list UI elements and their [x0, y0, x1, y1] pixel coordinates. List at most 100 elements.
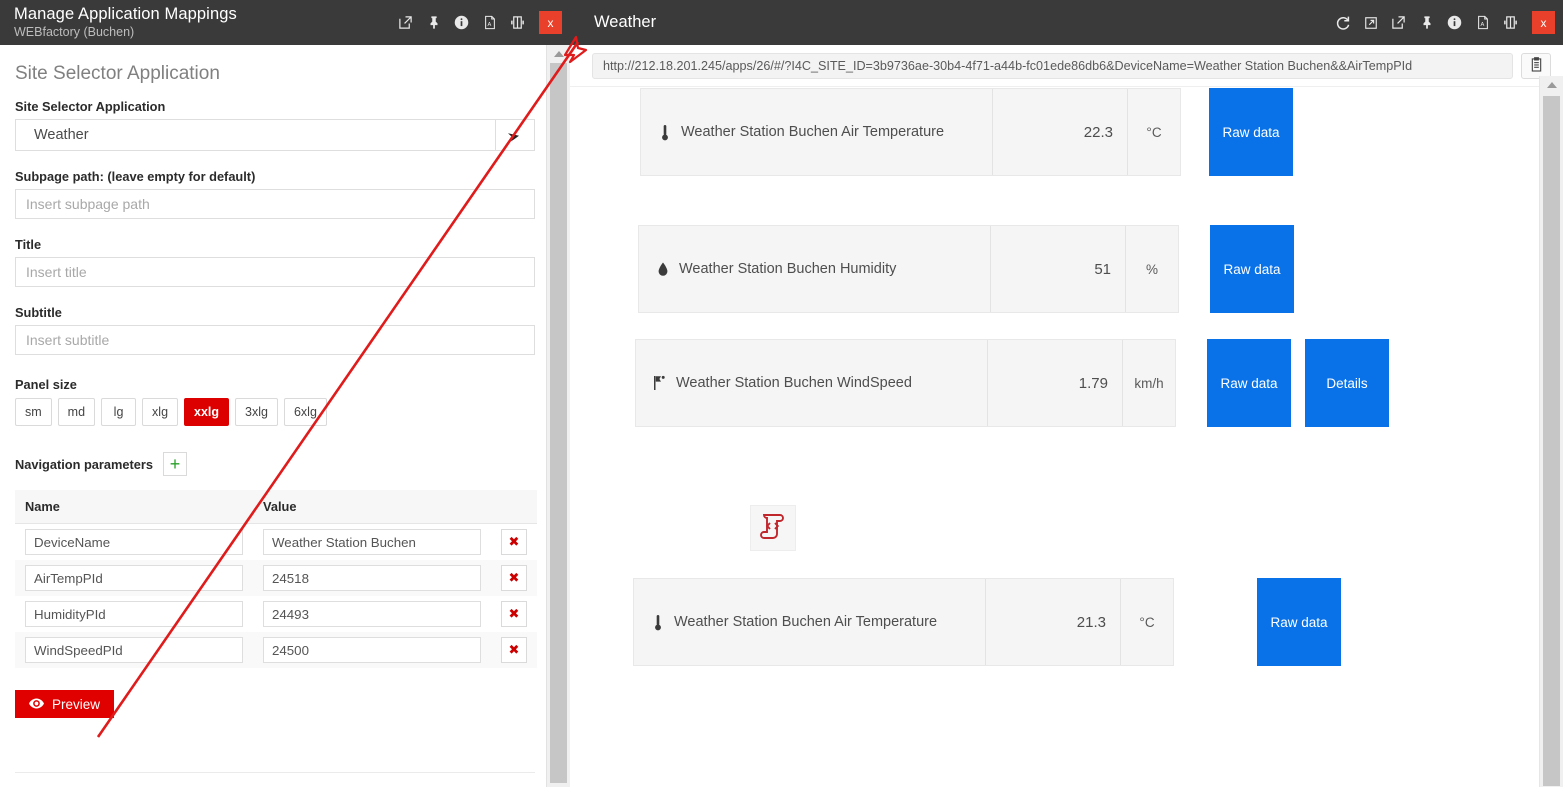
form-heading: Site Selector Application	[15, 63, 531, 85]
value-card-value: 1.79	[988, 340, 1123, 426]
refresh-icon[interactable]	[1334, 14, 1351, 31]
delete-param-button-2[interactable]: ✖	[501, 601, 527, 627]
param-value-input-1[interactable]	[263, 565, 481, 591]
raw-data-button[interactable]: Raw data	[1209, 88, 1293, 176]
copy-url-button[interactable]	[1521, 53, 1551, 79]
value-card-value: 21.3	[986, 579, 1121, 665]
mouse-cursor-icon	[505, 128, 521, 144]
thermometer-icon	[650, 614, 665, 631]
raw-data-button[interactable]: Raw data	[1210, 225, 1294, 313]
value-card: Weather Station Buchen Air Temperature 2…	[633, 578, 1174, 666]
panel-size-3xlg[interactable]: 3xlg	[235, 398, 278, 426]
param-name-cell	[15, 524, 253, 561]
param-name-input-0[interactable]	[25, 529, 243, 555]
panel-size-sm[interactable]: sm	[15, 398, 52, 426]
subtitle-input[interactable]	[15, 325, 535, 355]
value-card-name-text: Weather Station Buchen Air Temperature	[681, 124, 944, 140]
nav-params-header: Navigation parameters +	[15, 452, 531, 476]
panel-size-xlg[interactable]: xlg	[142, 398, 178, 426]
info-icon[interactable]	[1446, 14, 1463, 31]
raw-data-button[interactable]: Raw data	[1207, 339, 1291, 427]
pdf-icon[interactable]: A	[481, 14, 498, 31]
scroll-up-arrow-icon[interactable]	[547, 45, 570, 63]
table-row: ✖	[15, 524, 537, 561]
left-panel-scrollbar[interactable]	[546, 45, 570, 787]
pin-icon[interactable]	[425, 14, 442, 31]
param-value-input-0[interactable]	[263, 529, 481, 555]
value-card-name: Weather Station Buchen Air Temperature	[641, 89, 993, 175]
delete-param-button-3[interactable]: ✖	[501, 637, 527, 663]
panel-size-xxlg[interactable]: xxlg	[184, 398, 229, 426]
panel-size-label: Panel size	[15, 377, 531, 392]
popout-icon[interactable]	[397, 14, 414, 31]
panel-size-md[interactable]: md	[58, 398, 95, 426]
title-label: Title	[15, 237, 531, 252]
value-card-unit: °C	[1128, 89, 1180, 175]
value-card: Weather Station Buchen Air Temperature 2…	[640, 88, 1181, 176]
thermometer-icon	[657, 124, 672, 141]
svg-text:A: A	[487, 22, 491, 28]
value-card-name: Weather Station Buchen Humidity	[639, 226, 991, 312]
table-row: ✖	[15, 560, 537, 596]
value-card: Weather Station Buchen Humidity 51 %	[638, 225, 1179, 313]
app-select-dropdown-button[interactable]	[495, 119, 535, 151]
param-value-cell	[253, 524, 491, 561]
right-window-controls: A x	[1334, 11, 1555, 34]
scroll-thumb[interactable]	[1543, 96, 1560, 786]
right-panel: Weather	[570, 0, 1563, 787]
details-button[interactable]: Details	[1305, 339, 1389, 427]
right-panel-scrollbar[interactable]	[1539, 76, 1563, 787]
param-name-cell	[15, 560, 253, 596]
value-card-unit: km/h	[1123, 340, 1175, 426]
param-delete-cell: ✖	[491, 524, 537, 561]
humidity-drop-icon	[655, 262, 670, 277]
info-icon[interactable]	[453, 14, 470, 31]
subpage-label: Subpage path: (leave empty for default)	[15, 169, 531, 184]
app-select-row: Weather	[15, 119, 535, 151]
dock-split-icon[interactable]	[1502, 14, 1519, 31]
param-name-input-3[interactable]	[25, 637, 243, 663]
param-delete-cell: ✖	[491, 632, 537, 668]
delete-param-button-0[interactable]: ✖	[501, 529, 527, 555]
form-bottom-divider	[15, 772, 535, 773]
scroll-up-arrow-icon[interactable]	[1540, 76, 1563, 94]
left-window-title-block: Manage Application Mappings WEBfactory (…	[14, 6, 397, 38]
delete-param-button-1[interactable]: ✖	[501, 565, 527, 591]
svg-text:A: A	[1480, 22, 1484, 28]
panel-size-6xlg[interactable]: 6xlg	[284, 398, 327, 426]
dock-split-icon[interactable]	[509, 14, 526, 31]
popout-icon[interactable]	[1390, 14, 1407, 31]
param-name-input-2[interactable]	[25, 601, 243, 627]
scroll-thumb[interactable]	[550, 63, 567, 783]
open-external-icon[interactable]	[1362, 14, 1379, 31]
close-button[interactable]: x	[1532, 11, 1555, 34]
left-form-body: Site Selector Application Site Selector …	[0, 45, 546, 787]
title-input[interactable]	[15, 257, 535, 287]
add-parameter-button[interactable]: +	[163, 452, 187, 476]
app-select-value[interactable]: Weather	[15, 119, 495, 151]
panel-size-lg[interactable]: lg	[101, 398, 136, 426]
param-value-cell	[253, 632, 491, 668]
app-select-label: Site Selector Application	[15, 99, 531, 114]
application-root: Manage Application Mappings WEBfactory (…	[0, 0, 1563, 787]
param-value-input-3[interactable]	[263, 637, 481, 663]
param-value-input-2[interactable]	[263, 601, 481, 627]
param-name-input-1[interactable]	[25, 565, 243, 591]
raw-data-button[interactable]: Raw data	[1257, 578, 1341, 666]
value-card-value: 22.3	[993, 89, 1128, 175]
pin-icon[interactable]	[1418, 14, 1435, 31]
subpage-input[interactable]	[15, 189, 535, 219]
url-text[interactable]: http://212.18.201.245/apps/26/#/?I4C_SIT…	[592, 53, 1513, 79]
param-delete-cell: ✖	[491, 596, 537, 632]
param-delete-cell: ✖	[491, 560, 537, 596]
value-card-value: 51	[991, 226, 1126, 312]
value-card-name-text: Weather Station Buchen WindSpeed	[676, 375, 912, 391]
pdf-icon[interactable]: A	[1474, 14, 1491, 31]
value-card: Weather Station Buchen WindSpeed 1.79 km…	[635, 339, 1176, 427]
preview-button-label: Preview	[52, 697, 100, 712]
preview-button[interactable]: Preview	[15, 690, 114, 718]
close-button[interactable]: x	[539, 11, 562, 34]
clipboard-icon	[1530, 57, 1543, 75]
table-row: ✖	[15, 632, 537, 668]
value-card-name: Weather Station Buchen Air Temperature	[634, 579, 986, 665]
